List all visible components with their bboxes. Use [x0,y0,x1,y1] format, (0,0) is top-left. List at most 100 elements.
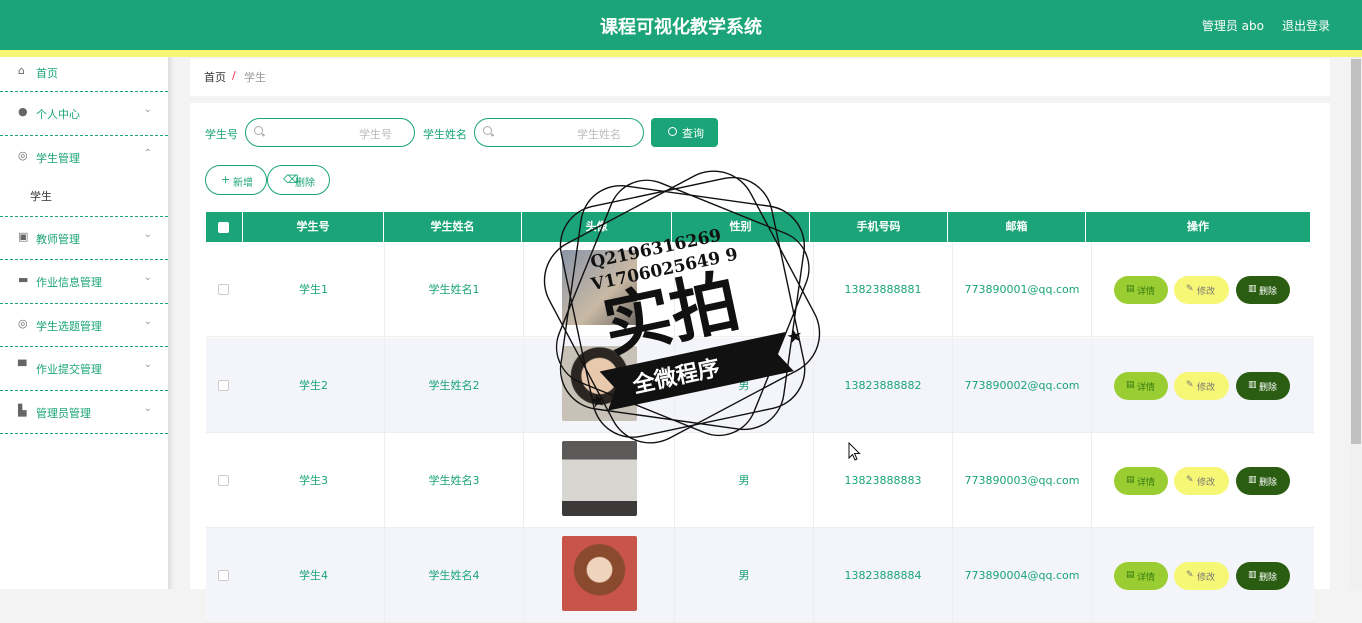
col-gender: 性别 [672,212,810,242]
chevron-down-icon: ⌄ [143,359,152,370]
sidebar-item-label: 首页 [36,67,58,80]
sidebar-item-teachers[interactable]: ▣ 教师管理 ⌄ [0,217,168,260]
pencil-icon: ✎ [1186,380,1194,390]
home-icon: ⌂ [18,64,25,77]
col-actions: 操作 [1187,220,1209,233]
delete-button[interactable]: ▥ 删除 [1236,562,1290,590]
pencil-icon: ✎ [1186,570,1194,580]
document-icon: ▤ [1126,570,1135,580]
user-icon: ● [18,105,28,118]
cell-email: 773890001@qq.com [953,242,1092,337]
edit-button[interactable]: ✎ 修改 [1174,372,1229,400]
sidebar-item-submissions[interactable]: ▀ 作业提交管理 ⌄ [0,347,168,391]
batch-delete-label: 删除 [295,178,315,189]
detail-button[interactable]: ▤ 详情 [1114,467,1168,495]
trash-icon: ▥ [1248,284,1257,294]
detail-label: 详情 [1137,287,1156,297]
edit-button[interactable]: ✎ 修改 [1174,276,1229,304]
table-row: 学生2 学生姓名2 男 13823888882 773890002@qq.com… [206,338,1314,433]
edit-label: 修改 [1197,478,1216,488]
chevron-down-icon: ⌄ [143,315,152,327]
edit-label: 修改 [1197,383,1216,393]
trash-icon: ▥ [1248,380,1257,390]
sidebar-item-home[interactable]: ⌂ 首页 [0,57,168,92]
sidebar-item-topics[interactable]: ◎ 学生选题管理 ⌄ [0,304,168,347]
document-icon: ▤ [1126,475,1135,485]
add-button[interactable]: + 新增 [205,165,267,195]
sidebar-item-students[interactable]: ◎ 学生管理 ⌃ 学生 [0,136,168,217]
sidebar-shadow [168,57,174,589]
student-no-placeholder: 学生号 [359,128,392,141]
logout-link[interactable]: 退出登录 [1282,17,1330,34]
sidebar-item-label: 管理员管理 [36,406,91,420]
cell-email: 773890004@qq.com [953,528,1092,623]
pencil-icon: ✎ [1186,284,1194,294]
chevron-down-icon: ⌄ [143,402,152,414]
batch-delete-button[interactable]: ⌫ 删除 [267,165,330,195]
add-label: 新增 [233,178,253,189]
detail-button[interactable]: ▤ 详情 [1114,276,1168,304]
search-icon [254,126,263,135]
avatar [562,250,637,325]
sidebar-item-profile[interactable]: ● 个人中心 ⌄ [0,92,168,136]
top-bar: 课程可视化教学系统 管理员 abo 退出登录 [0,0,1362,50]
sidebar-item-label: 教师管理 [36,232,80,246]
student-no-input[interactable]: 学生号 [245,118,415,147]
student-name-label: 学生姓名 [423,128,467,141]
detail-label: 详情 [1137,573,1156,583]
breadcrumb-home[interactable]: 首页 [204,69,226,85]
sidebar-subitem-student[interactable]: 学生 [30,188,52,204]
breadcrumb-separator: / [232,69,236,82]
cell-phone: 13823888883 [814,433,953,528]
delete-button[interactable]: ▥ 删除 [1236,372,1290,400]
col-avatar: 头像 [522,212,672,242]
detail-button[interactable]: ▤ 详情 [1114,372,1168,400]
row-checkbox[interactable] [218,570,229,581]
cell-student-no: 学生4 [243,528,385,623]
table-row: 学生1 学生姓名1 13823888881 773890001@qq.com ▤… [206,242,1314,337]
row-checkbox[interactable] [218,380,229,391]
detail-label: 详情 [1137,478,1156,488]
document-icon: ▤ [1126,380,1135,390]
delete-button[interactable]: ▥ 删除 [1236,467,1290,495]
sidebar-item-label: 学生管理 [36,151,80,165]
admin-name: 管理员 abo [1201,19,1264,33]
scrollbar-thumb[interactable] [1351,59,1361,444]
cell-phone: 13823888882 [814,338,953,433]
detail-button[interactable]: ▤ 详情 [1114,562,1168,590]
cell-student-name: 学生姓名4 [385,528,524,623]
mouse-cursor-icon [848,442,861,461]
cell-gender: 男 [675,433,814,528]
col-email: 邮箱 [948,212,1086,242]
table-row: 学生4 学生姓名4 男 13823888884 773890004@qq.com… [206,528,1314,623]
delete-button[interactable]: ▥ 删除 [1236,276,1290,304]
select-all-cell [206,212,243,242]
compass-icon: ◎ [18,316,28,330]
cell-email: 773890002@qq.com [953,338,1092,433]
cell-gender [675,242,814,337]
briefcase-icon: ▬ [18,273,29,286]
edit-button[interactable]: ✎ 修改 [1174,562,1229,590]
page-scrollbar[interactable] [1350,57,1362,589]
compass-icon: ◎ [18,148,28,162]
col-phone: 手机号码 [810,212,948,242]
row-checkbox[interactable] [218,475,229,486]
student-name-input[interactable]: 学生姓名 [474,118,644,147]
col-student-no: 学生号 [243,212,384,242]
cell-student-name: 学生姓名2 [385,338,524,433]
pencil-icon: ✎ [1186,475,1194,485]
cell-phone: 13823888881 [814,242,953,337]
edit-button[interactable]: ✎ 修改 [1174,467,1229,495]
sidebar-item-admins[interactable]: ▙ 管理员管理 ⌄ [0,391,168,434]
plus-icon: + [221,173,231,186]
student-no-label: 学生号 [205,128,238,141]
clipboard-icon: ▣ [18,229,29,243]
sidebar-item-assignments[interactable]: ▬ 作业信息管理 ⌄ [0,260,168,304]
sidebar-item-label: 作业信息管理 [36,276,102,289]
sidebar-item-label: 作业提交管理 [36,363,102,376]
row-checkbox[interactable] [218,284,229,295]
select-all-checkbox[interactable] [218,222,229,233]
accent-bar [0,50,1362,57]
cell-student-no: 学生1 [243,242,385,337]
query-button[interactable]: 查询 [651,118,718,147]
